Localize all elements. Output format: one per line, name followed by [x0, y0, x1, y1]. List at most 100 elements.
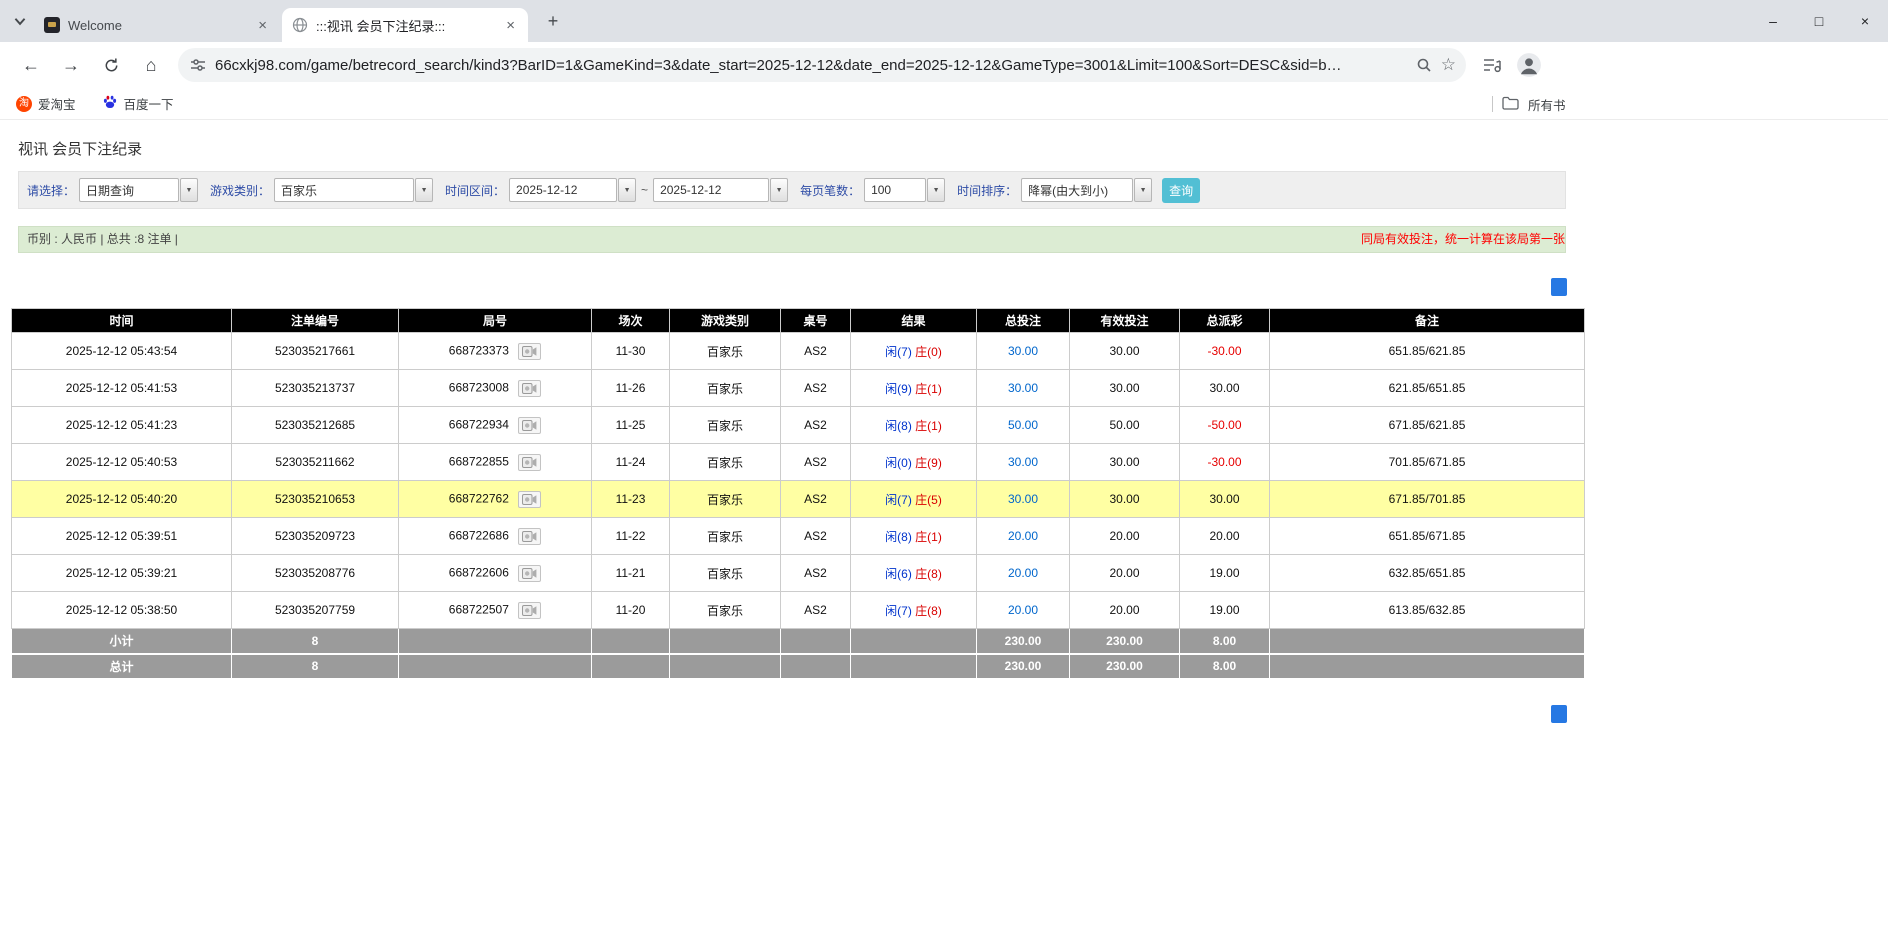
game-type-input[interactable] [274, 178, 414, 202]
toolbar-right [1482, 52, 1542, 78]
cell-total-bet: 20.00 [977, 555, 1070, 592]
date-start-input[interactable] [509, 178, 617, 202]
cell-round-id: 668722855 [399, 444, 592, 481]
tab-search-chevron-icon[interactable] [12, 13, 30, 31]
round-replay-button[interactable] [518, 417, 541, 434]
cell-payout: -30.00 [1180, 444, 1270, 481]
all-bookmarks-label: 所有书 [1528, 95, 1566, 114]
cell-session: 11-26 [592, 370, 670, 407]
query-type-input[interactable] [79, 178, 179, 202]
cell-result: 闲(9) 庄(1) [851, 370, 977, 407]
browser-toolbar: ← → ⌂ 66cxkj98.com/game/betrecord_search… [0, 42, 1888, 88]
side-panel-icon[interactable] [1482, 56, 1502, 74]
reload-button[interactable] [94, 48, 128, 82]
total-bet-link[interactable]: 30.00 [1008, 381, 1038, 395]
table-row[interactable]: 2025-12-12 05:43:54523035217661668723373… [12, 333, 1585, 370]
tab-welcome[interactable]: Welcome × [34, 8, 280, 42]
cell-valid-bet: 20.00 [1070, 555, 1180, 592]
cell-game-type: 百家乐 [670, 333, 781, 370]
total-bet-link[interactable]: 20.00 [1008, 603, 1038, 617]
cell-valid-bet: 30.00 [1070, 333, 1180, 370]
date-end-input[interactable] [653, 178, 769, 202]
new-tab-button[interactable]: + [540, 9, 566, 35]
round-replay-button[interactable] [518, 528, 541, 545]
subtotal-valid-bet: 230.00 [1070, 629, 1180, 654]
dropdown-button[interactable]: ▼ [927, 178, 945, 202]
back-button[interactable]: ← [14, 48, 48, 82]
forward-button[interactable]: → [54, 48, 88, 82]
table-row[interactable]: 2025-12-12 05:39:21523035208776668722606… [12, 555, 1585, 592]
result-banker: 庄(5) [915, 493, 942, 507]
bookmark-label: 百度一下 [124, 94, 174, 113]
video-replay-icon [522, 494, 537, 505]
cell-round-id: 668722507 [399, 592, 592, 629]
round-replay-button[interactable] [518, 343, 541, 360]
query-type-combobox: ▼ [79, 178, 198, 202]
column-header: 注单编号 [232, 309, 399, 333]
tab-betrecord[interactable]: :::视讯 会员下注纪录::: × [282, 8, 528, 42]
table-row[interactable]: 2025-12-12 05:40:53523035211662668722855… [12, 444, 1585, 481]
dropdown-button[interactable]: ▼ [770, 178, 788, 202]
result-banker: 庄(9) [915, 456, 942, 470]
address-bar[interactable]: 66cxkj98.com/game/betrecord_search/kind3… [178, 48, 1466, 82]
cell-session: 11-22 [592, 518, 670, 555]
round-replay-button[interactable] [518, 380, 541, 397]
round-replay-button[interactable] [518, 491, 541, 508]
maximize-button[interactable]: □ [1796, 0, 1842, 42]
page-size-input[interactable] [864, 178, 926, 202]
tab-close-icon[interactable]: × [503, 17, 518, 34]
table-row[interactable]: 2025-12-12 05:39:51523035209723668722686… [12, 518, 1585, 555]
cell-table-no: AS2 [781, 333, 851, 370]
subtotal-label: 小计 [12, 629, 232, 654]
site-settings-icon[interactable] [190, 57, 206, 73]
bookmark-baidu[interactable]: 百度一下 [102, 94, 174, 113]
url-text[interactable]: 66cxkj98.com/game/betrecord_search/kind3… [215, 57, 1407, 74]
total-total-bet: 230.00 [977, 654, 1070, 679]
home-button[interactable]: ⌂ [134, 48, 168, 82]
cell-result: 闲(7) 庄(0) [851, 333, 977, 370]
cell-remark: 613.85/632.85 [1270, 592, 1585, 629]
column-header: 总投注 [977, 309, 1070, 333]
search-button[interactable]: 查询 [1162, 178, 1200, 203]
cell-game-type: 百家乐 [670, 444, 781, 481]
table-row[interactable]: 2025-12-12 05:40:20523035210653668722762… [12, 481, 1585, 518]
result-player: 闲(7) [885, 604, 912, 618]
profile-avatar[interactable] [1516, 52, 1542, 78]
round-replay-button[interactable] [518, 454, 541, 471]
dropdown-button[interactable]: ▼ [415, 178, 433, 202]
video-replay-icon [522, 531, 537, 542]
zoom-indicator-icon[interactable] [1416, 57, 1432, 73]
total-bet-link[interactable]: 30.00 [1008, 492, 1038, 506]
total-bet-link[interactable]: 30.00 [1008, 455, 1038, 469]
date-range-label: 时间区间： [445, 182, 505, 199]
total-bet-link[interactable]: 20.00 [1008, 566, 1038, 580]
total-bet-link[interactable]: 30.00 [1008, 344, 1038, 358]
cell-result: 闲(7) 庄(8) [851, 592, 977, 629]
total-label: 总计 [12, 654, 232, 679]
bookmark-taobao[interactable]: 淘 爱淘宝 [16, 94, 76, 113]
table-row[interactable]: 2025-12-12 05:41:23523035212685668722934… [12, 407, 1585, 444]
all-bookmarks[interactable]: 所有书 [1492, 88, 1566, 120]
summary-bar: 币别 : 人民币 | 总共 :8 注单 | 同局有效投注，统一计算在该局第一张注… [18, 226, 1566, 253]
round-replay-button[interactable] [518, 602, 541, 619]
baidu-icon [102, 94, 118, 113]
tab-close-icon[interactable]: × [255, 17, 270, 34]
bookmark-star-icon[interactable]: ☆ [1441, 55, 1456, 75]
sort-input[interactable] [1021, 178, 1133, 202]
tab-title: :::视讯 会员下注纪录::: [316, 16, 495, 35]
scroll-indicator-bottom[interactable] [1551, 705, 1567, 723]
summary-left-text: 币别 : 人民币 | 总共 :8 注单 | [27, 232, 178, 246]
round-replay-button[interactable] [518, 565, 541, 582]
table-row[interactable]: 2025-12-12 05:41:53523035213737668723008… [12, 370, 1585, 407]
table-row[interactable]: 2025-12-12 05:38:50523035207759668722507… [12, 592, 1585, 629]
date-separator: ~ [641, 183, 648, 197]
cell-game-type: 百家乐 [670, 370, 781, 407]
minimize-button[interactable]: – [1750, 0, 1796, 42]
dropdown-button[interactable]: ▼ [618, 178, 636, 202]
dropdown-button[interactable]: ▼ [1134, 178, 1152, 202]
dropdown-button[interactable]: ▼ [180, 178, 198, 202]
total-bet-link[interactable]: 50.00 [1008, 418, 1038, 432]
close-button[interactable]: × [1842, 0, 1888, 42]
scroll-indicator-top[interactable] [1551, 278, 1567, 296]
total-bet-link[interactable]: 20.00 [1008, 529, 1038, 543]
